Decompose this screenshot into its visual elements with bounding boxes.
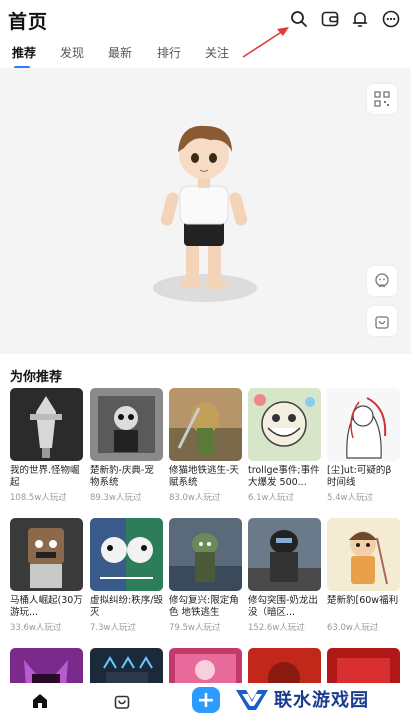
play-count: 108.5w人玩过 xyxy=(10,493,67,503)
home-icon[interactable] xyxy=(30,691,50,711)
game-card[interactable]: [尘]ut:可疑的β时间线 5.4w人玩过 xyxy=(327,388,400,503)
game-title: 虚拟纠纷:秩序/毁灭 xyxy=(90,595,163,618)
play-count: 152.6w人玩过 xyxy=(248,623,305,633)
bell-icon[interactable] xyxy=(350,9,370,29)
tab-discover[interactable]: 发现 xyxy=(60,44,84,61)
play-count: 63.0w人玩过 xyxy=(327,623,379,633)
game-thumbnail xyxy=(169,518,242,591)
play-count: 7.3w人玩过 xyxy=(90,623,136,633)
bag-icon[interactable] xyxy=(112,691,132,711)
game-title: 楚新豹[60w福利 xyxy=(327,595,399,606)
play-count: 83.0w人玩过 xyxy=(169,493,221,503)
game-card[interactable]: 虚拟纠纷:秩序/毁灭 7.3w人玩过 xyxy=(90,518,163,633)
game-card[interactable]: 修猫地铁逃生-天赋系统 83.0w人玩过 xyxy=(169,388,242,503)
game-card[interactable]: 马桶人崛起(30万游玩... 33.6w人玩过 xyxy=(10,518,83,633)
game-card[interactable]: trollge事件;事件大爆发 500... 6.1w人玩过 xyxy=(248,388,321,503)
play-count: 6.1w人玩过 xyxy=(248,493,294,503)
play-count: 33.6w人玩过 xyxy=(10,623,62,633)
watermark: 联水游戏园 xyxy=(234,678,411,720)
game-title: 修勾突围-奶龙出没（暗区... xyxy=(248,595,318,618)
game-title: 我的世界.怪物崛起 xyxy=(10,465,80,488)
game-title: trollge事件;事件大爆发 500... xyxy=(248,465,320,488)
tab-recommend[interactable]: 推荐 xyxy=(12,44,36,61)
shop-bag-icon[interactable] xyxy=(367,306,397,336)
game-thumbnail xyxy=(248,388,321,461)
game-thumbnail xyxy=(90,388,163,461)
game-thumbnail xyxy=(90,518,163,591)
watermark-text: 联水游戏园 xyxy=(274,690,369,711)
tab-latest[interactable]: 最新 xyxy=(108,44,132,61)
game-thumbnail xyxy=(10,518,83,591)
game-card[interactable]: 我的世界.怪物崛起 108.5w人玩过 xyxy=(10,388,83,503)
game-thumbnail xyxy=(10,388,83,461)
page-title: 首页 xyxy=(8,11,49,33)
tab-ranking[interactable]: 排行 xyxy=(157,44,181,61)
more-icon[interactable] xyxy=(381,9,401,29)
game-title: 马桶人崛起(30万游玩... xyxy=(10,595,83,618)
game-thumbnail xyxy=(169,388,242,461)
qr-scan-icon[interactable] xyxy=(367,84,397,114)
game-thumbnail xyxy=(248,518,321,591)
section-title: 为你推荐 xyxy=(10,370,63,385)
plus-icon[interactable]: + xyxy=(192,687,220,713)
search-icon[interactable] xyxy=(289,9,309,29)
watermark-logo xyxy=(236,690,268,710)
game-thumbnail xyxy=(327,518,400,591)
play-count: 89.3w人玩过 xyxy=(90,493,142,503)
avatar-stage xyxy=(0,68,411,354)
avatar-character[interactable] xyxy=(150,118,260,308)
emote-icon[interactable] xyxy=(367,266,397,296)
game-title: 楚新豹-庆典-宠物系统 xyxy=(90,465,154,488)
game-card[interactable]: 修勾突围-奶龙出没（暗区... 152.6w人玩过 xyxy=(248,518,321,633)
game-title: [尘]ut:可疑的β时间线 xyxy=(327,465,392,488)
play-count: 5.4w人玩过 xyxy=(327,493,373,503)
tab-bar: 推荐 发现 最新 排行 关注 xyxy=(0,42,411,69)
game-thumbnail xyxy=(327,388,400,461)
game-card[interactable]: 楚新豹-庆典-宠物系统 89.3w人玩过 xyxy=(90,388,163,503)
game-title: 修猫地铁逃生-天赋系统 xyxy=(169,465,239,488)
play-count: 79.5w人玩过 xyxy=(169,623,221,633)
game-title: 修勾复兴:限定角色 地铁逃生 xyxy=(169,595,239,618)
game-card[interactable]: 楚新豹[60w福利 63.0w人玩过 xyxy=(327,518,400,633)
tab-following[interactable]: 关注 xyxy=(205,44,229,61)
game-card[interactable]: 修勾复兴:限定角色 地铁逃生 79.5w人玩过 xyxy=(169,518,242,633)
wallet-icon[interactable] xyxy=(320,9,340,29)
top-bar: 首页 xyxy=(0,0,411,40)
